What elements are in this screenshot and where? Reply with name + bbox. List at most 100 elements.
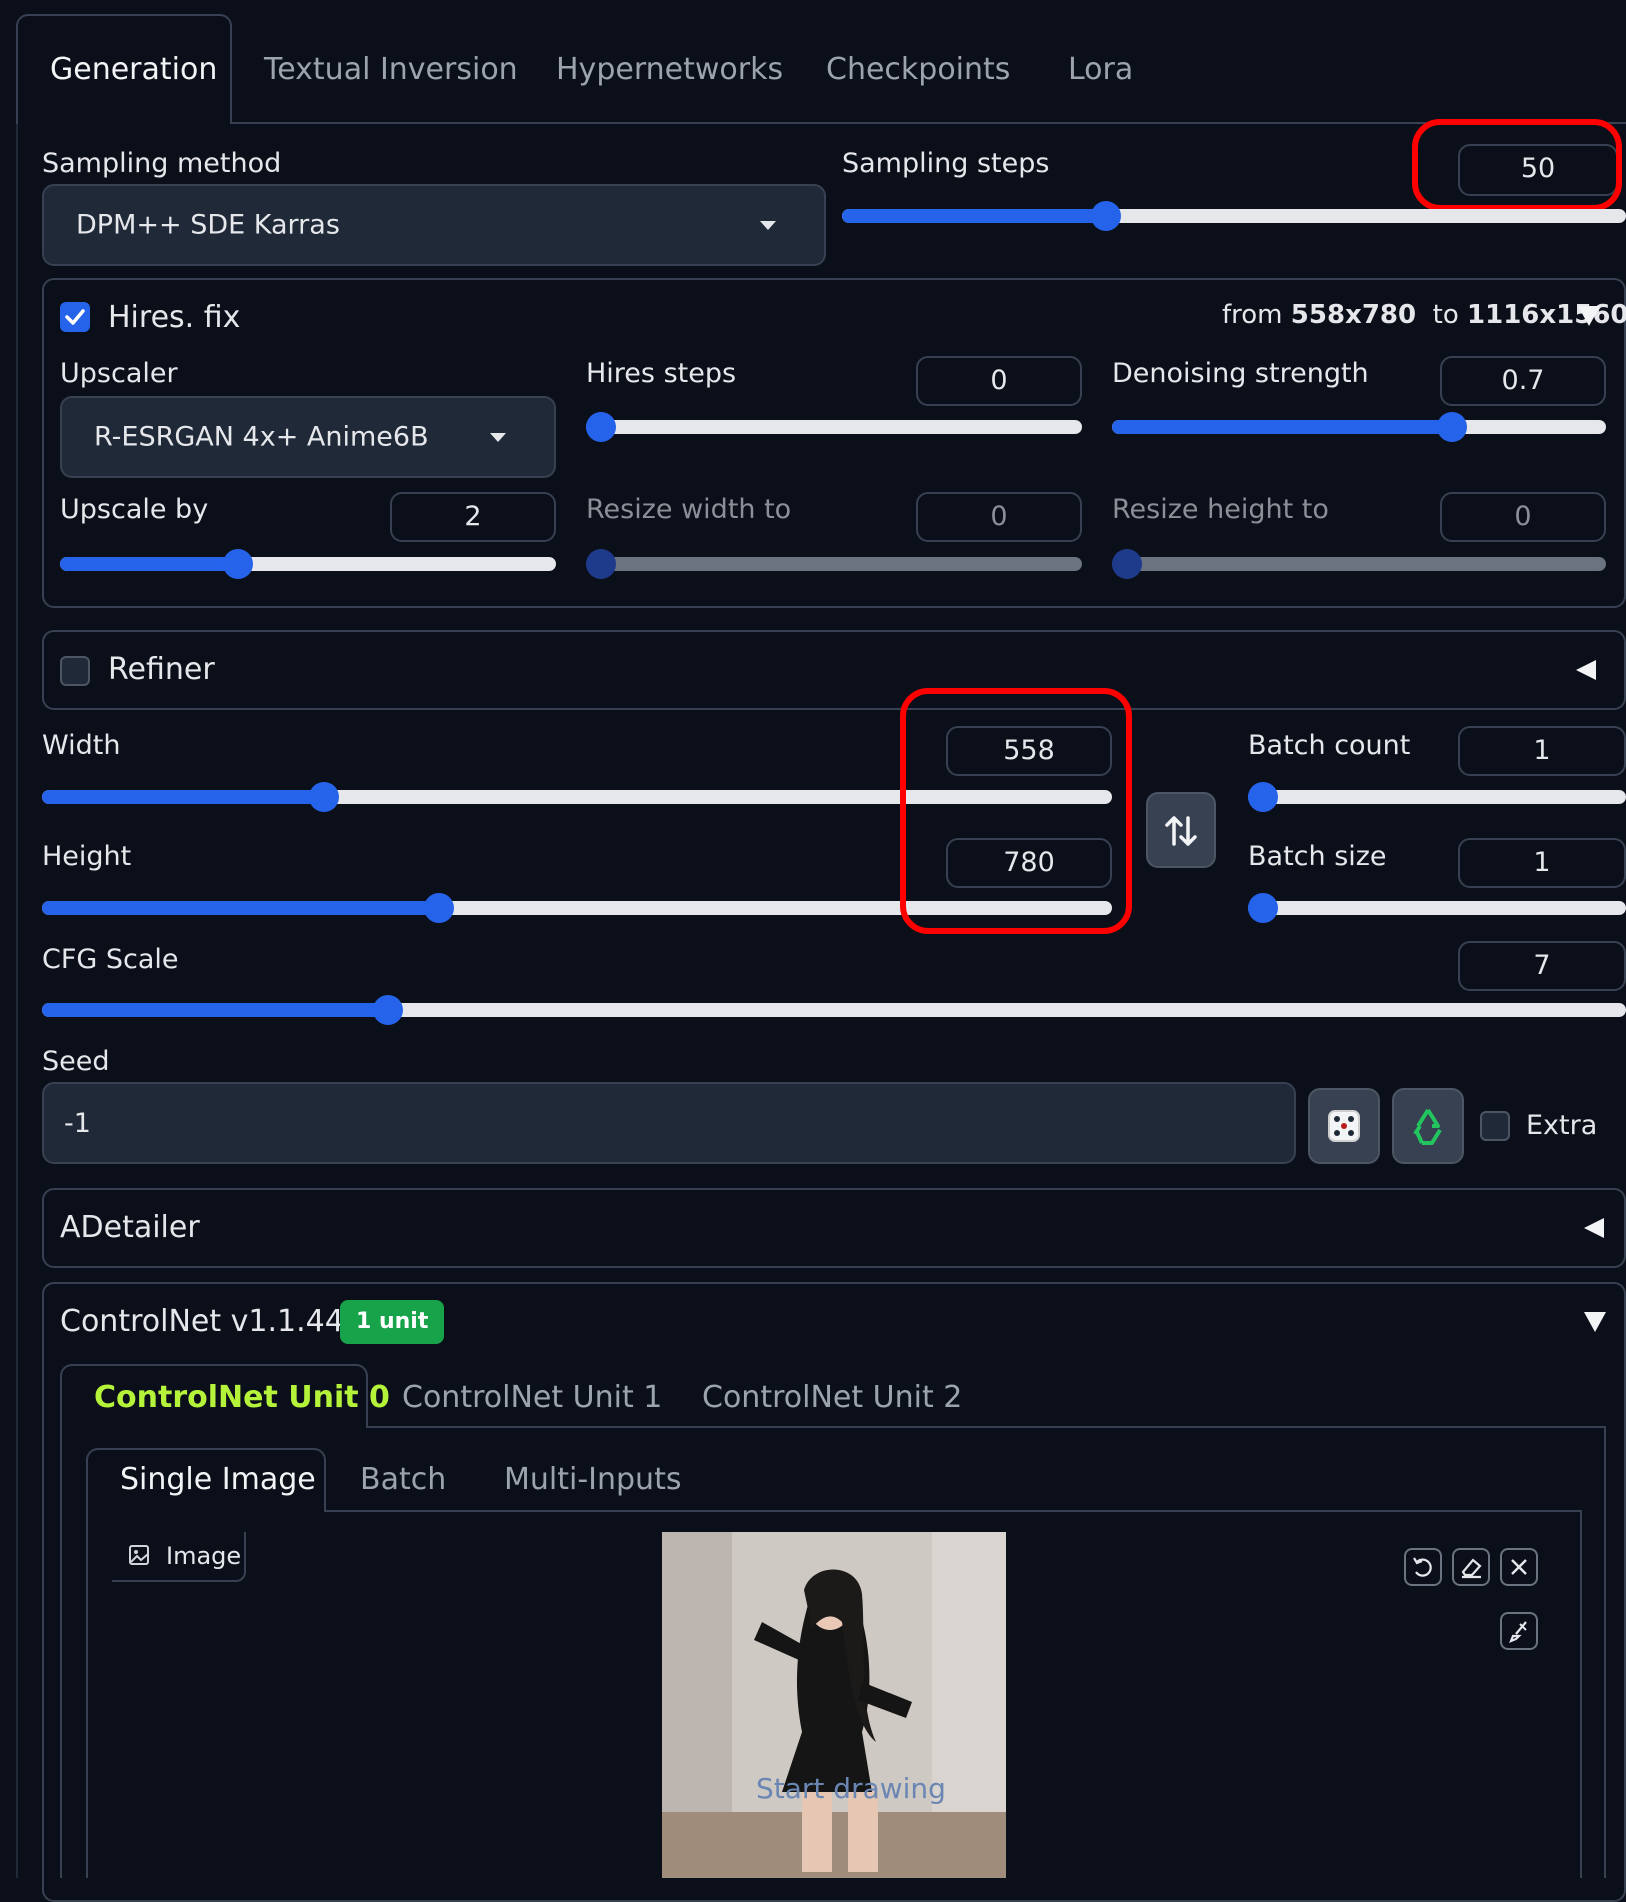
controlnet-image-canvas[interactable]: Start drawing <box>662 1532 1006 1878</box>
input-tab-content-left <box>86 1512 88 1878</box>
hires-size-summary: from 558x780 to 1116x1560 <box>1222 300 1626 330</box>
tab-checkpoints[interactable]: Checkpoints <box>826 52 1010 87</box>
tab-batch[interactable]: Batch <box>360 1462 446 1497</box>
collapse-down-icon[interactable] <box>1584 1312 1606 1332</box>
batch-count-slider[interactable] <box>1248 782 1626 812</box>
sampling-method-value: DPM++ SDE Karras <box>76 209 340 241</box>
random-seed-button[interactable] <box>1308 1088 1380 1164</box>
sampling-steps-label: Sampling steps <box>842 148 1050 179</box>
tab-single-image[interactable]: Single Image <box>120 1462 316 1497</box>
seed-input[interactable]: -1 <box>42 1082 1296 1164</box>
expand-left-icon[interactable] <box>1576 660 1596 680</box>
sampling-steps-slider[interactable] <box>842 201 1626 231</box>
denoising-strength-slider[interactable] <box>1112 412 1606 442</box>
tab-hypernetworks[interactable]: Hypernetworks <box>556 52 783 87</box>
hires-fix-checkbox[interactable] <box>60 302 90 332</box>
resize-width-input[interactable]: 0 <box>916 492 1082 542</box>
refiner-checkbox[interactable] <box>60 656 90 686</box>
hires-to-size: 1116x1560 <box>1467 300 1626 330</box>
height-label: Height <box>42 841 132 872</box>
resize-height-input[interactable]: 0 <box>1440 492 1606 542</box>
slider-thumb[interactable] <box>1436 412 1467 442</box>
resize-width-slider[interactable] <box>586 549 1082 579</box>
resize-height-label: Resize height to <box>1112 494 1329 525</box>
upscale-by-label: Upscale by <box>60 494 209 525</box>
chevron-down-icon <box>490 433 506 442</box>
upscaler-value: R-ESRGAN 4x+ Anime6B <box>94 421 429 453</box>
slider-thumb[interactable] <box>423 893 454 923</box>
panel-left-edge <box>16 124 18 1878</box>
upscale-by-slider[interactable] <box>60 549 556 579</box>
highlight-box-dimensions <box>900 688 1132 934</box>
tab-controlnet-unit-1[interactable]: ControlNet Unit 1 <box>402 1380 662 1415</box>
batch-count-input[interactable]: 1 <box>1458 726 1626 776</box>
resize-height-slider[interactable] <box>1112 549 1606 579</box>
upscaler-dropdown[interactable]: R-ESRGAN 4x+ Anime6B <box>60 396 556 478</box>
batch-size-slider[interactable] <box>1248 893 1626 923</box>
slider-thumb[interactable] <box>1090 201 1121 231</box>
width-label: Width <box>42 730 121 761</box>
extra-seed-label: Extra <box>1526 1110 1598 1141</box>
resize-width-label: Resize width to <box>586 494 792 525</box>
undo-icon <box>1413 1557 1432 1577</box>
input-tab-baseline <box>326 1510 1582 1512</box>
brush-button[interactable] <box>1500 1612 1538 1650</box>
tab-controlnet-unit-2[interactable]: ControlNet Unit 2 <box>702 1380 962 1415</box>
upscale-by-input[interactable]: 2 <box>390 492 556 542</box>
slider-thumb[interactable] <box>586 412 616 442</box>
swap-arrows-icon <box>1165 816 1197 846</box>
dancer-photo <box>662 1532 1006 1878</box>
adetailer-title: ADetailer <box>60 1210 200 1245</box>
slider-fill <box>42 790 325 804</box>
reuse-seed-button[interactable] <box>1392 1088 1464 1164</box>
close-icon <box>1511 1559 1527 1575</box>
tab-multi-inputs[interactable]: Multi-Inputs <box>504 1462 681 1497</box>
tab-bar-baseline <box>232 122 1626 124</box>
slider-fill <box>60 557 239 571</box>
sampling-method-dropdown[interactable]: DPM++ SDE Karras <box>42 184 826 266</box>
image-label: Image <box>166 1542 242 1570</box>
batch-size-label: Batch size <box>1248 841 1387 872</box>
eraser-button[interactable] <box>1452 1548 1490 1586</box>
slider-thumb[interactable] <box>1248 782 1278 812</box>
swap-dimensions-button[interactable] <box>1146 792 1216 868</box>
slider-thumb[interactable] <box>1248 893 1278 923</box>
expand-left-icon[interactable] <box>1584 1218 1604 1238</box>
extra-seed-checkbox[interactable] <box>1480 1111 1510 1141</box>
batch-size-input[interactable]: 1 <box>1458 838 1626 888</box>
tab-generation[interactable]: Generation <box>50 52 217 87</box>
adetailer-panel[interactable] <box>42 1188 1626 1268</box>
slider-thumb[interactable] <box>373 995 403 1025</box>
hires-steps-slider[interactable] <box>586 412 1082 442</box>
slider-thumb[interactable] <box>1112 549 1142 579</box>
collapse-down-icon[interactable] <box>1578 306 1600 326</box>
tab-lora[interactable]: Lora <box>1068 52 1133 87</box>
tab-textual-inversion[interactable]: Textual Inversion <box>264 52 518 87</box>
denoising-strength-label: Denoising strength <box>1112 358 1369 389</box>
highlight-box-steps <box>1412 119 1622 211</box>
undo-button[interactable] <box>1404 1548 1442 1586</box>
dice-icon <box>1328 1110 1360 1142</box>
hires-from-prefix: from <box>1222 300 1283 330</box>
batch-count-label: Batch count <box>1248 730 1411 761</box>
refiner-panel[interactable] <box>42 630 1626 710</box>
seed-label: Seed <box>42 1046 110 1077</box>
slider-thumb[interactable] <box>223 549 254 579</box>
seed-value: -1 <box>64 1108 91 1139</box>
tab-controlnet-unit-0[interactable]: ControlNet Unit 0 <box>94 1380 390 1415</box>
slider-thumb[interactable] <box>586 549 616 579</box>
slider-fill <box>42 1003 388 1017</box>
cfg-scale-input[interactable]: 7 <box>1458 941 1626 991</box>
slider-thumb[interactable] <box>309 782 340 812</box>
hires-to-prefix: to <box>1432 300 1459 330</box>
refiner-title: Refiner <box>108 652 215 687</box>
controlnet-unit-badge: 1 unit <box>340 1300 445 1344</box>
hires-steps-label: Hires steps <box>586 358 737 389</box>
chevron-down-icon <box>760 221 776 230</box>
hires-steps-input[interactable]: 0 <box>916 356 1082 406</box>
cfg-scale-slider[interactable] <box>42 995 1626 1025</box>
image-icon <box>129 1545 149 1565</box>
denoising-strength-input[interactable]: 0.7 <box>1440 356 1606 406</box>
clear-button[interactable] <box>1500 1548 1538 1586</box>
unit-tab-baseline <box>368 1426 1606 1428</box>
